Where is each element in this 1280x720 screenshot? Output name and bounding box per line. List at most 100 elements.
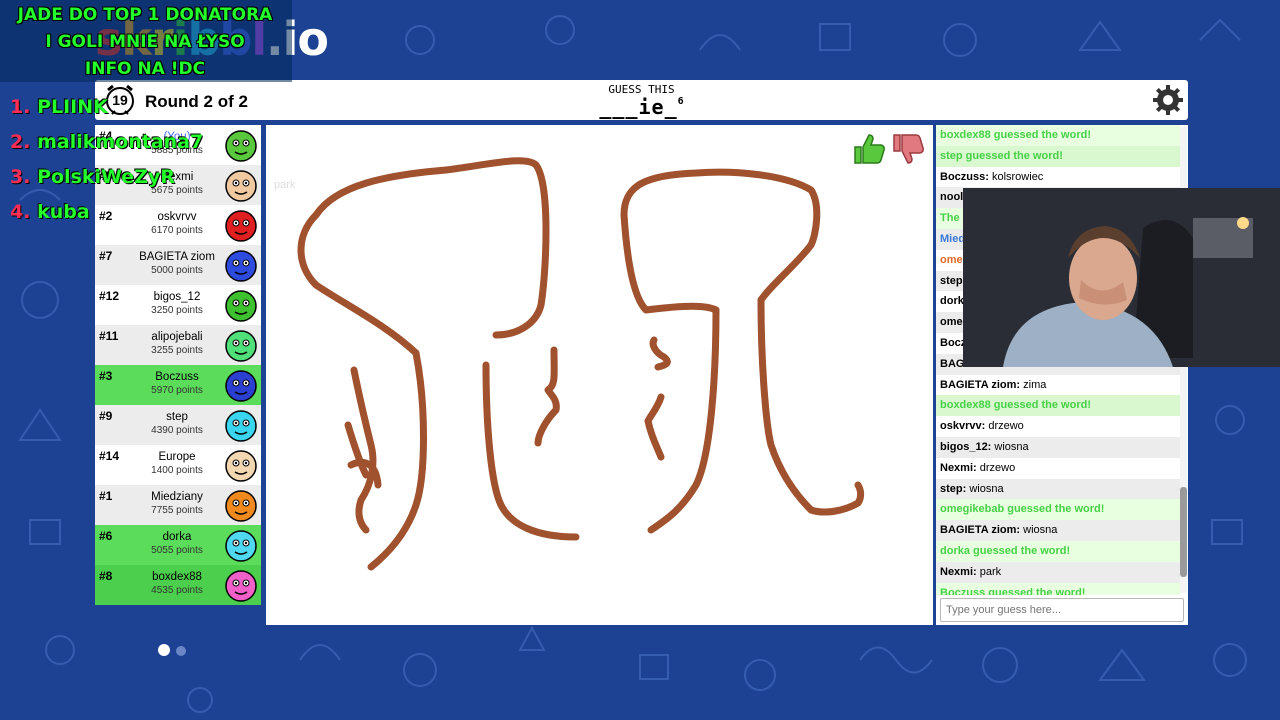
donor-name: kuba <box>37 201 90 223</box>
player-row[interactable]: #8 boxdex88 4535 points <box>95 565 261 605</box>
player-avatar-icon <box>225 330 257 362</box>
chat-user: ome <box>940 316 963 329</box>
drawing-stroke <box>297 157 550 357</box>
player-name-text: boxdex88 <box>152 571 202 583</box>
thumbs-down-icon[interactable] <box>890 131 926 167</box>
player-name-text: bigos_12 <box>153 291 201 303</box>
guess-input[interactable] <box>940 598 1184 622</box>
drawing-stroke <box>620 168 821 314</box>
chat-user: bigos_12: <box>940 440 992 453</box>
chat-text: omegikebab guessed the word! <box>940 503 1105 516</box>
player-name-text: dorka <box>162 531 192 543</box>
word-hint-text: ___ie_ <box>599 95 678 119</box>
chat-text: step guessed the word! <box>940 149 1063 162</box>
donor-rank: 2. <box>10 131 31 153</box>
player-row[interactable]: #12 bigos_12 3250 points <box>95 285 261 325</box>
donor-entry: 2. malikmontana7 <box>10 125 203 160</box>
player-avatar-icon <box>225 170 257 202</box>
player-avatar-icon <box>225 370 257 402</box>
chat-user: Nexmi: <box>940 565 977 578</box>
player-row[interactable]: #1 Miedziany 7755 points <box>95 485 261 525</box>
player-points: 5000 points <box>151 265 203 276</box>
donor-name: PolskiWeZyR <box>37 166 175 188</box>
player-name: boxdex88 <box>121 571 233 583</box>
chat-scroll-thumb[interactable] <box>1180 487 1187 577</box>
player-avatar-icon <box>225 570 257 602</box>
chat-user: nool <box>940 191 964 204</box>
player-rank: #1 <box>99 489 113 503</box>
chat-user: Boczuss: <box>940 170 989 183</box>
player-rank: #6 <box>99 529 113 543</box>
donor-entry: 4. kuba <box>10 195 203 230</box>
chat-user: BAGIETA ziom: <box>940 524 1021 537</box>
player-avatar-icon <box>225 490 257 522</box>
chat-text: drzewo <box>976 461 1016 474</box>
drawing-strokes <box>297 157 865 571</box>
player-points: 5055 points <box>151 545 203 556</box>
player-name-text: Miedziany <box>151 491 203 503</box>
chat-message: oskvrvv: drzewo <box>936 416 1180 437</box>
page-dot-active[interactable] <box>158 644 170 656</box>
chat-message: dorka guessed the word! <box>936 540 1180 562</box>
donor-name: malikmontana7 <box>37 131 204 153</box>
chat-message: step: wiosna <box>936 478 1180 500</box>
player-avatar-icon <box>225 210 257 242</box>
chat-text: dorka guessed the word! <box>940 544 1071 557</box>
drawing-canvas[interactable]: park <box>266 125 933 625</box>
player-row[interactable]: #7 BAGIETA ziom 5000 points <box>95 245 261 285</box>
chat-message: BAGIETA ziom: zima <box>936 375 1180 396</box>
player-points: 3255 points <box>151 345 203 356</box>
webcam-feed <box>963 188 1280 367</box>
player-row[interactable]: #3 Boczuss 5970 points <box>95 365 261 405</box>
player-row[interactable]: #6 dorka 5055 points <box>95 525 261 565</box>
player-points: 5970 points <box>151 385 203 396</box>
thumbs-up-icon[interactable] <box>851 131 887 167</box>
chat-message: Boczuss: kolsrowiec <box>936 167 1180 188</box>
donor-entry: 3. PolskiWeZyR <box>10 160 203 195</box>
chat-user: step: <box>940 482 967 495</box>
donor-name: PLIINK <box>37 96 108 118</box>
drawing-stroke <box>644 336 671 461</box>
player-name: alipojebali <box>121 331 233 343</box>
chat-user: step <box>940 274 963 287</box>
player-name-text: BAGIETA ziom <box>139 251 215 263</box>
player-name-text: Europe <box>158 451 196 463</box>
chat-user: BAGIETA ziom: <box>940 378 1021 391</box>
chat-user: oskvrvv: <box>940 420 986 433</box>
player-name: Boczuss <box>121 371 233 383</box>
player-row[interactable]: #14 Europe 1400 points <box>95 445 261 485</box>
word-length: 6 <box>677 96 684 107</box>
player-points: 4390 points <box>151 425 203 436</box>
stream-overlay-text: JADE DO TOP 1 DONATORA I GOLI MNIE NA ŁY… <box>0 2 290 83</box>
drawing-stroke <box>534 346 560 447</box>
chat-message: step guessed the word! <box>936 145 1180 167</box>
drawing-stroke <box>647 306 720 534</box>
player-rank: #8 <box>99 569 113 583</box>
chat-text: kolsrowiec <box>988 170 1044 183</box>
player-row[interactable]: #9 step 4390 points <box>95 405 261 445</box>
chat-text: boxdex88 guessed the word! <box>940 129 1091 141</box>
gear-icon[interactable] <box>1151 83 1185 117</box>
player-rank: #12 <box>99 289 120 303</box>
chat-message: boxdex88 guessed the word! <box>936 125 1180 146</box>
player-avatar-icon <box>225 130 257 162</box>
chat-user: Mied <box>940 232 966 245</box>
player-rank: #7 <box>99 249 113 263</box>
chat-text: drzewo <box>985 420 1024 433</box>
player-name-text: step <box>166 411 188 423</box>
player-rank: #3 <box>99 369 113 383</box>
player-name: BAGIETA ziom <box>121 251 233 263</box>
player-row[interactable]: #11 alipojebali 3255 points <box>95 325 261 365</box>
player-avatar-icon <box>225 290 257 322</box>
chat-message: Boczuss guessed the word! <box>936 582 1180 595</box>
player-name: step <box>121 411 233 423</box>
webcam-image <box>963 188 1280 367</box>
page-dot[interactable] <box>176 646 186 656</box>
chat-message: Nexmi: drzewo <box>936 458 1180 479</box>
player-rank: #11 <box>99 329 119 343</box>
player-name: Miedziany <box>121 491 233 503</box>
drawing-stroke <box>482 361 580 541</box>
game-header: 19 Round 2 of 2 GUESS THIS ___ie_6 <box>95 80 1188 120</box>
donor-rank: 4. <box>10 201 31 223</box>
player-avatar-icon <box>225 530 257 562</box>
